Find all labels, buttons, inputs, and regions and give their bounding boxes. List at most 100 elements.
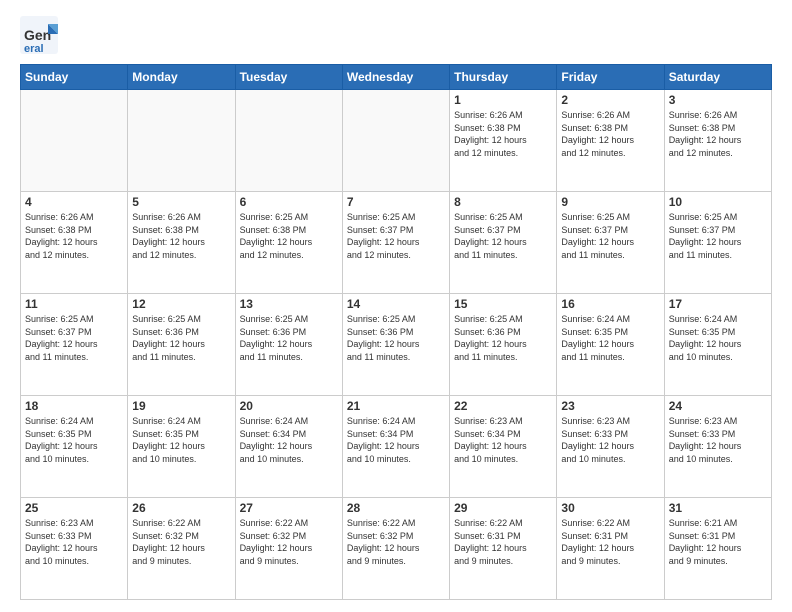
calendar-day-cell: 23 Sunrise: 6:23 AM Sunset: 6:33 PM Dayli…	[557, 396, 664, 498]
calendar-day-cell: 17 Sunrise: 6:24 AM Sunset: 6:35 PM Dayli…	[664, 294, 771, 396]
calendar-day-cell: 8Sunrise: 6:25 AM Sunset: 6:37 PM Daylig…	[450, 192, 557, 294]
calendar-day-cell: 7Sunrise: 6:25 AM Sunset: 6:37 PM Daylig…	[342, 192, 449, 294]
calendar-day-cell: 9Sunrise: 6:25 AM Sunset: 6:37 PM Daylig…	[557, 192, 664, 294]
day-info: Sunrise: 6:26 AM Sunset: 6:38 PM Dayligh…	[132, 211, 230, 261]
day-info: Sunrise: 6:22 AM Sunset: 6:32 PM Dayligh…	[347, 517, 445, 567]
day-info: Sunrise: 6:24 AM Sunset: 6:34 PM Dayligh…	[347, 415, 445, 465]
page: Gen eral Sunday Monday Tuesday Wednesday…	[0, 0, 792, 612]
day-info: Sunrise: 6:22 AM Sunset: 6:31 PM Dayligh…	[454, 517, 552, 567]
day-info: Sunrise: 6:25 AM Sunset: 6:36 PM Dayligh…	[240, 313, 338, 363]
day-number: 25	[25, 501, 123, 515]
day-number: 13	[240, 297, 338, 311]
day-number: 6	[240, 195, 338, 209]
day-info: Sunrise: 6:24 AM Sunset: 6:35 PM Dayligh…	[132, 415, 230, 465]
calendar-day-cell	[235, 90, 342, 192]
day-info: Sunrise: 6:24 AM Sunset: 6:34 PM Dayligh…	[240, 415, 338, 465]
day-number: 31	[669, 501, 767, 515]
calendar-day-cell: 6 Sunrise: 6:25 AM Sunset: 6:38 PM Daylig…	[235, 192, 342, 294]
day-number: 16	[561, 297, 659, 311]
day-number: 15	[454, 297, 552, 311]
day-info: Sunrise: 6:23 AM Sunset: 6:33 PM Dayligh…	[561, 415, 659, 465]
calendar-day-cell: 31Sunrise: 6:21 AM Sunset: 6:31 PM Dayli…	[664, 498, 771, 600]
day-number: 14	[347, 297, 445, 311]
col-monday: Monday	[128, 65, 235, 90]
day-info: Sunrise: 6:25 AM Sunset: 6:36 PM Dayligh…	[132, 313, 230, 363]
day-info: Sunrise: 6:25 AM Sunset: 6:38 PM Dayligh…	[240, 211, 338, 261]
calendar-day-cell: 19 Sunrise: 6:24 AM Sunset: 6:35 PM Dayli…	[128, 396, 235, 498]
calendar-day-cell: 4 Sunrise: 6:26 AM Sunset: 6:38 PM Daylig…	[21, 192, 128, 294]
col-saturday: Saturday	[664, 65, 771, 90]
calendar-day-cell: 3 Sunrise: 6:26 AM Sunset: 6:38 PM Daylig…	[664, 90, 771, 192]
calendar-day-cell: 11 Sunrise: 6:25 AM Sunset: 6:37 PM Dayli…	[21, 294, 128, 396]
logo-icon: Gen eral	[20, 16, 58, 54]
calendar-week-row: 11 Sunrise: 6:25 AM Sunset: 6:37 PM Dayli…	[21, 294, 772, 396]
day-number: 4	[25, 195, 123, 209]
header: Gen eral	[20, 16, 772, 54]
day-info: Sunrise: 6:26 AM Sunset: 6:38 PM Dayligh…	[454, 109, 552, 159]
calendar-day-cell: 10 Sunrise: 6:25 AM Sunset: 6:37 PM Dayli…	[664, 192, 771, 294]
day-number: 10	[669, 195, 767, 209]
calendar-header-row: Sunday Monday Tuesday Wednesday Thursday…	[21, 65, 772, 90]
calendar-week-row: 4 Sunrise: 6:26 AM Sunset: 6:38 PM Daylig…	[21, 192, 772, 294]
day-info: Sunrise: 6:25 AM Sunset: 6:36 PM Dayligh…	[454, 313, 552, 363]
day-info: Sunrise: 6:26 AM Sunset: 6:38 PM Dayligh…	[669, 109, 767, 159]
calendar-day-cell: 16 Sunrise: 6:24 AM Sunset: 6:35 PM Dayli…	[557, 294, 664, 396]
calendar-day-cell: 1 Sunrise: 6:26 AM Sunset: 6:38 PM Daylig…	[450, 90, 557, 192]
day-info: Sunrise: 6:25 AM Sunset: 6:37 PM Dayligh…	[561, 211, 659, 261]
calendar-day-cell: 14 Sunrise: 6:25 AM Sunset: 6:36 PM Dayli…	[342, 294, 449, 396]
calendar-week-row: 18Sunrise: 6:24 AM Sunset: 6:35 PM Dayli…	[21, 396, 772, 498]
day-number: 3	[669, 93, 767, 107]
day-number: 5	[132, 195, 230, 209]
day-info: Sunrise: 6:26 AM Sunset: 6:38 PM Dayligh…	[561, 109, 659, 159]
svg-text:eral: eral	[24, 43, 44, 54]
calendar-day-cell: 30Sunrise: 6:22 AM Sunset: 6:31 PM Dayli…	[557, 498, 664, 600]
calendar-day-cell	[21, 90, 128, 192]
calendar-day-cell: 25Sunrise: 6:23 AM Sunset: 6:33 PM Dayli…	[21, 498, 128, 600]
day-number: 1	[454, 93, 552, 107]
calendar-week-row: 1 Sunrise: 6:26 AM Sunset: 6:38 PM Daylig…	[21, 90, 772, 192]
day-info: Sunrise: 6:24 AM Sunset: 6:35 PM Dayligh…	[25, 415, 123, 465]
calendar-day-cell: 2 Sunrise: 6:26 AM Sunset: 6:38 PM Daylig…	[557, 90, 664, 192]
day-info: Sunrise: 6:25 AM Sunset: 6:37 PM Dayligh…	[454, 211, 552, 261]
calendar-day-cell: 21 Sunrise: 6:24 AM Sunset: 6:34 PM Dayli…	[342, 396, 449, 498]
day-info: Sunrise: 6:22 AM Sunset: 6:32 PM Dayligh…	[132, 517, 230, 567]
day-info: Sunrise: 6:25 AM Sunset: 6:37 PM Dayligh…	[347, 211, 445, 261]
day-info: Sunrise: 6:25 AM Sunset: 6:37 PM Dayligh…	[669, 211, 767, 261]
calendar-day-cell	[128, 90, 235, 192]
col-thursday: Thursday	[450, 65, 557, 90]
day-number: 17	[669, 297, 767, 311]
calendar-day-cell: 15 Sunrise: 6:25 AM Sunset: 6:36 PM Dayli…	[450, 294, 557, 396]
calendar-table: Sunday Monday Tuesday Wednesday Thursday…	[20, 64, 772, 600]
calendar-day-cell: 22 Sunrise: 6:23 AM Sunset: 6:34 PM Dayli…	[450, 396, 557, 498]
calendar-day-cell: 5 Sunrise: 6:26 AM Sunset: 6:38 PM Daylig…	[128, 192, 235, 294]
day-info: Sunrise: 6:25 AM Sunset: 6:37 PM Dayligh…	[25, 313, 123, 363]
calendar-day-cell: 28 Sunrise: 6:22 AM Sunset: 6:32 PM Dayli…	[342, 498, 449, 600]
day-number: 29	[454, 501, 552, 515]
day-info: Sunrise: 6:25 AM Sunset: 6:36 PM Dayligh…	[347, 313, 445, 363]
day-number: 12	[132, 297, 230, 311]
day-number: 22	[454, 399, 552, 413]
day-number: 21	[347, 399, 445, 413]
calendar-day-cell	[342, 90, 449, 192]
day-info: Sunrise: 6:23 AM Sunset: 6:33 PM Dayligh…	[669, 415, 767, 465]
col-friday: Friday	[557, 65, 664, 90]
calendar-day-cell: 12 Sunrise: 6:25 AM Sunset: 6:36 PM Dayli…	[128, 294, 235, 396]
day-number: 27	[240, 501, 338, 515]
calendar-day-cell: 26Sunrise: 6:22 AM Sunset: 6:32 PM Dayli…	[128, 498, 235, 600]
logo: Gen eral	[20, 16, 60, 54]
svg-text:Gen: Gen	[24, 27, 51, 43]
day-number: 28	[347, 501, 445, 515]
day-number: 30	[561, 501, 659, 515]
day-number: 23	[561, 399, 659, 413]
day-info: Sunrise: 6:24 AM Sunset: 6:35 PM Dayligh…	[561, 313, 659, 363]
day-info: Sunrise: 6:24 AM Sunset: 6:35 PM Dayligh…	[669, 313, 767, 363]
day-info: Sunrise: 6:26 AM Sunset: 6:38 PM Dayligh…	[25, 211, 123, 261]
day-number: 2	[561, 93, 659, 107]
col-sunday: Sunday	[21, 65, 128, 90]
calendar-day-cell: 24Sunrise: 6:23 AM Sunset: 6:33 PM Dayli…	[664, 396, 771, 498]
day-number: 19	[132, 399, 230, 413]
day-info: Sunrise: 6:22 AM Sunset: 6:32 PM Dayligh…	[240, 517, 338, 567]
day-info: Sunrise: 6:23 AM Sunset: 6:34 PM Dayligh…	[454, 415, 552, 465]
calendar-day-cell: 20Sunrise: 6:24 AM Sunset: 6:34 PM Dayli…	[235, 396, 342, 498]
day-number: 11	[25, 297, 123, 311]
